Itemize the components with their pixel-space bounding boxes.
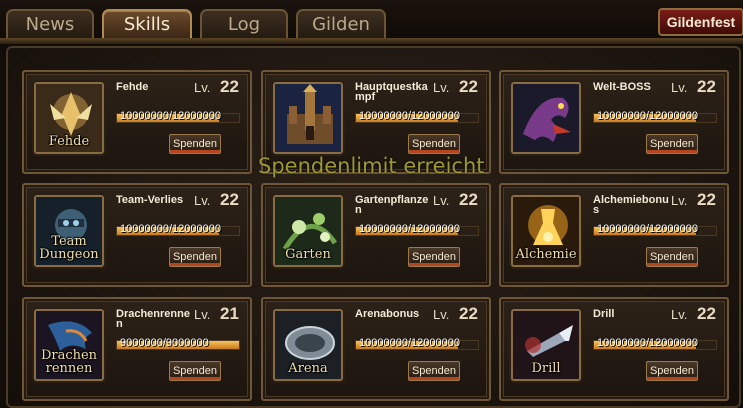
skill-name: Hauptquestkampf — [355, 81, 428, 103]
donation-limit-notice: Spendenlimit erreicht — [258, 154, 485, 178]
skill-card: Drill Drill Lv. 22 10000000/12000000 Spenden — [499, 297, 729, 401]
level-prefix: Lv. — [433, 80, 450, 95]
progress-text: 10000000/12000000 — [597, 223, 698, 235]
level-prefix: Lv. — [671, 307, 688, 322]
progress-text: 10000000/12000000 — [597, 337, 698, 349]
level-prefix: Lv. — [433, 193, 450, 208]
level-prefix: Lv. — [194, 80, 211, 95]
skill-card: Drachen rennen Drachenrennen Lv. 21 9000000/… — [22, 297, 252, 401]
skill-card: Garten Gartenpflanzen Lv. 22 10000000/120000… — [261, 183, 491, 287]
skill-card: Fehde Fehde Lv. 22 10000000/12000000 Spenden — [22, 70, 252, 174]
skill-level: 22 — [220, 77, 239, 96]
skill-name: Gartenpflanzen — [355, 194, 429, 216]
tab-gilden[interactable]: Gilden — [296, 9, 386, 39]
skill-icon-frame: Garten — [273, 195, 343, 267]
skill-card: Team Dungeon Team-Verlies Lv. 22 10000000/12… — [22, 183, 252, 287]
skill-name: Team-Verlies — [116, 194, 184, 206]
donate-button[interactable]: Spenden — [169, 134, 221, 154]
skill-level: 22 — [697, 304, 716, 323]
skill-card: Welt-BOSS Lv. 22 10000000/12000000 Spenden — [499, 70, 729, 174]
skill-icon-label: Drill — [531, 361, 561, 376]
level-prefix: Lv. — [433, 307, 450, 322]
skill-name: Drachenrennen — [116, 308, 190, 330]
donate-button[interactable]: Spenden — [169, 361, 221, 381]
tab-skills[interactable]: Skills — [102, 9, 192, 39]
progress-text: 10000000/12000000 — [120, 223, 221, 235]
skill-icon-label: Fehde — [48, 134, 90, 149]
skill-icon-label: Drachen rennen — [40, 348, 98, 376]
skill-card: Arena Arenabonus Lv. 22 10000000/12000000 Spe… — [261, 297, 491, 401]
tab-bar-divider — [0, 38, 743, 44]
progress-text: 10000000/12000000 — [120, 110, 221, 122]
skill-name: Drill — [593, 308, 615, 320]
skill-level: 22 — [697, 77, 716, 96]
dragon-icon — [513, 84, 579, 152]
progress-text: 10000000/12000000 — [359, 337, 460, 349]
skill-name: Arenabonus — [355, 308, 420, 320]
level-prefix: Lv. — [194, 193, 211, 208]
skill-level: 22 — [459, 77, 478, 96]
castle-icon — [275, 84, 341, 152]
progress-text: 9000000/9000000 — [120, 337, 209, 349]
tab-news[interactable]: News — [6, 9, 94, 39]
gildenfest-button[interactable]: Gildenfest — [658, 8, 743, 36]
skill-icon-frame — [511, 82, 581, 154]
skill-icon-label: Garten — [285, 247, 331, 262]
skill-icon-frame: Drill — [511, 309, 581, 381]
donate-button[interactable]: Spenden — [408, 247, 460, 267]
skill-name: Alchemiebonus — [593, 194, 669, 216]
skill-level: 22 — [459, 190, 478, 209]
skill-icon-frame: Team Dungeon — [34, 195, 104, 267]
skills-panel: Fehde Fehde Lv. 22 10000000/12000000 Spenden H… — [6, 46, 741, 408]
donate-button[interactable]: Spenden — [646, 247, 698, 267]
skill-icon-frame: Alchemie — [511, 195, 581, 267]
skill-level: 22 — [220, 190, 239, 209]
level-prefix: Lv. — [671, 193, 688, 208]
skill-icon-label: Alchemie — [515, 247, 577, 262]
progress-text: 10000000/12000000 — [597, 110, 698, 122]
level-prefix: Lv. — [194, 307, 211, 322]
skill-level: 22 — [697, 190, 716, 209]
tab-log[interactable]: Log — [200, 9, 288, 39]
donate-button[interactable]: Spenden — [646, 134, 698, 154]
skill-name: Fehde — [116, 81, 149, 93]
progress-text: 10000000/12000000 — [359, 110, 460, 122]
skill-icon-frame: Drachen rennen — [34, 309, 104, 381]
skill-name: Welt-BOSS — [593, 81, 651, 93]
skill-icon-frame: Fehde — [34, 82, 104, 154]
skill-icon-label: Arena — [288, 361, 328, 376]
skill-level: 21 — [220, 304, 239, 323]
skill-card: Alchemie Alchemiebonus Lv. 22 10000000/12000… — [499, 183, 729, 287]
skill-level: 22 — [459, 304, 478, 323]
donate-button[interactable]: Spenden — [646, 361, 698, 381]
level-prefix: Lv. — [671, 80, 688, 95]
donate-button[interactable]: Spenden — [408, 134, 460, 154]
skill-icon-label: Team Dungeon — [39, 234, 99, 262]
skill-icon-frame — [273, 82, 343, 154]
skill-icon-frame: Arena — [273, 309, 343, 381]
progress-text: 10000000/12000000 — [359, 223, 460, 235]
donate-button[interactable]: Spenden — [169, 247, 221, 267]
donate-button[interactable]: Spenden — [408, 361, 460, 381]
